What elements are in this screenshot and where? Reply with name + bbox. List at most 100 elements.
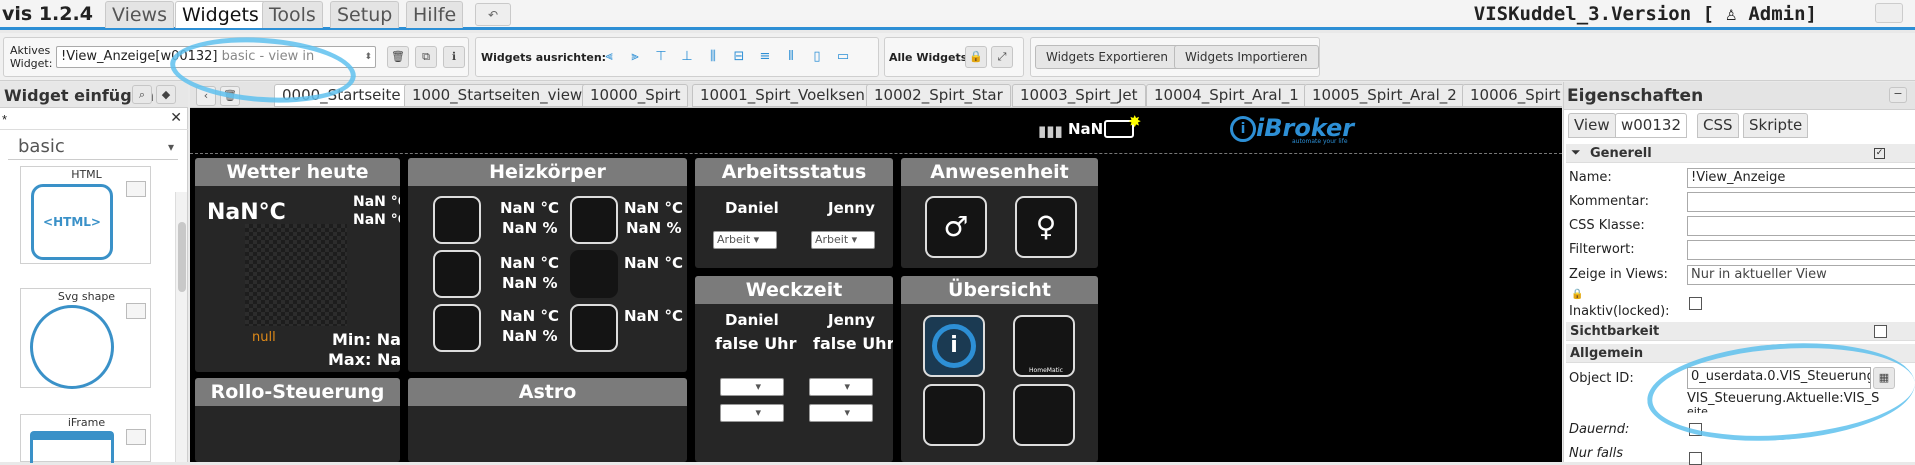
import-widgets-button[interactable]: Widgets Importieren (1174, 45, 1319, 69)
align-center-h-icon[interactable]: ⫼ (704, 48, 722, 66)
person-male-icon[interactable]: ♂ (925, 196, 987, 258)
widget-card-label: Svg shape (57, 290, 116, 303)
weather-title: Wetter heute (195, 158, 400, 186)
widget-card-iframe[interactable]: iFrame (20, 414, 151, 463)
distribute-h-icon[interactable]: ≡ (756, 48, 774, 66)
cooking-pot-icon[interactable] (433, 304, 481, 352)
align-group: Widgets ausrichten: ⫷ ⫸ ⊤ ⊥ ⫼ ⊟ ≡ ⫴ ▯ ▭ (475, 37, 879, 77)
view-tab-spirt[interactable]: 10000_Spirt (582, 84, 689, 107)
weather-max: Max: NaN (328, 350, 400, 369)
weather-panel[interactable]: Wetter heute NaN°C NaN °C NaN °C null Mi… (195, 158, 400, 372)
section-visibility[interactable]: Sichtbarkeit (1566, 322, 1915, 341)
align-top-icon[interactable]: ⊤ (652, 48, 670, 66)
presence-panel[interactable]: Anwesenheit ♂ ♀ (901, 158, 1098, 268)
alarm-minute-select-1[interactable]: ▾ (720, 404, 784, 422)
collapse-icon[interactable]: − (1889, 87, 1907, 103)
palette-scrollbar[interactable] (175, 192, 187, 462)
info-icon[interactable]: ℹ (443, 46, 465, 68)
overview-icon-3[interactable] (923, 384, 985, 446)
filter-word-input[interactable] (1687, 240, 1915, 260)
locked-checkbox[interactable] (1689, 297, 1702, 310)
prop-tab-widget[interactable]: w00132 (1615, 113, 1687, 138)
view-canvas[interactable]: ▮▮▮ NaN ✸ i iBroker automate your life W… (190, 108, 1562, 462)
distribute-v-icon[interactable]: ⫴ (782, 48, 800, 66)
person-female-icon[interactable]: ♀ (1015, 196, 1077, 258)
widget-set-select[interactable]: basic ▾ (8, 134, 178, 160)
same-height-icon[interactable]: ▭ (834, 48, 852, 66)
iobroker-overview-icon[interactable]: i (923, 315, 985, 377)
nur-falls-checkbox[interactable] (1689, 452, 1702, 465)
widget-card-html[interactable]: HTML <HTML> (20, 166, 151, 264)
css-class-input[interactable] (1687, 216, 1915, 236)
weather-min: Min: NaN (332, 330, 400, 349)
name-input[interactable]: !View_Anzeige (1687, 168, 1915, 188)
shelf-icon[interactable] (570, 196, 618, 244)
comment-input[interactable] (1687, 192, 1915, 212)
menu-tab-hilfe[interactable]: Hilfe (406, 1, 464, 28)
project-title: VISKuddel_3.Version [ ♙ Admin] (1474, 2, 1817, 27)
object-id-label: Object ID: (1569, 371, 1634, 386)
view-tab-spirt-jet[interactable]: 10003_Spirt_Jet (1012, 84, 1146, 107)
search-icon[interactable]: ⌕ (132, 85, 152, 104)
menu-tab-views[interactable]: Views (105, 1, 174, 28)
align-center-v-icon[interactable]: ⊟ (730, 48, 748, 66)
align-bottom-icon[interactable]: ⊥ (678, 48, 696, 66)
minimize-button[interactable] (1875, 3, 1903, 23)
heating-right-temp-2: NaN °C (624, 254, 683, 272)
astro-title: Astro (408, 378, 687, 406)
alarm-hour-select-1[interactable]: ▾ (720, 378, 784, 396)
expand-icon[interactable]: ⤢ (991, 46, 1013, 68)
align-left-icon[interactable]: ⫷ (600, 48, 618, 66)
section-general[interactable]: Generell (1566, 144, 1915, 163)
alarm-panel[interactable]: Weckzeit Daniel Jenny false Uhr false Uh… (695, 276, 893, 462)
scrollbar-thumb[interactable] (178, 222, 186, 292)
export-widgets-button[interactable]: Widgets Exportieren (1035, 45, 1179, 69)
view-tab-spirt-aral-1[interactable]: 10004_Spirt_Aral_1 (1146, 84, 1307, 107)
alarm-time-1: false Uhr (715, 334, 797, 353)
menu-tab-tools[interactable]: Tools (262, 1, 323, 28)
desk-icon[interactable] (570, 250, 618, 298)
section-check-icon[interactable]: ✓ (1874, 148, 1885, 159)
view-tab-spirt-aral-2[interactable]: 10005_Spirt_Aral_2 (1304, 84, 1465, 107)
clear-filter-icon[interactable]: ✕ (170, 110, 182, 126)
trash-icon[interactable]: 🗑 (387, 46, 409, 68)
workstatus-select-2-value: Arbeit (815, 233, 849, 246)
alarm-hour-select-2[interactable]: ▾ (809, 378, 873, 396)
homematic-icon[interactable]: HomeMatic (1013, 315, 1075, 377)
prop-tab-scripts[interactable]: Skripte (1743, 113, 1809, 138)
menu-tab-setup[interactable]: Setup (330, 1, 400, 28)
prop-tab-css[interactable]: CSS (1697, 113, 1739, 138)
visibility-checkbox[interactable] (1874, 325, 1887, 338)
bed-icon[interactable] (433, 250, 481, 298)
overview-panel[interactable]: Übersicht i HomeMatic (901, 276, 1098, 462)
same-width-icon[interactable]: ▯ (808, 48, 826, 66)
heating-panel[interactable]: Heizkörper NaN °C NaN % NaN °C NaN % NaN… (408, 158, 687, 372)
view-tab-spirt-voelksen[interactable]: 10001_Spirt_Voelksen (692, 84, 873, 107)
sofa-icon[interactable] (433, 196, 481, 244)
widget-card-svg-shape[interactable]: Svg shape (20, 288, 151, 389)
lock-icon[interactable]: 🔒 (965, 46, 987, 68)
widget-filter-input[interactable] (2, 110, 162, 128)
image-icon (126, 181, 146, 197)
astro-panel[interactable]: Astro (408, 378, 687, 462)
alarm-minute-select-2[interactable]: ▾ (809, 404, 873, 422)
gamepad-icon[interactable] (570, 304, 618, 352)
properties-title: Eigenschaften (1567, 86, 1704, 106)
workstatus-panel[interactable]: Arbeitsstatus Daniel Jenny Arbeit ▾ Arbe… (695, 158, 893, 268)
align-right-icon[interactable]: ⫸ (626, 48, 644, 66)
menu-tab-widgets[interactable]: Widgets (175, 1, 266, 28)
rollo-panel[interactable]: Rollo-Steuerung (195, 378, 400, 462)
view-tab-startseiten-view[interactable]: 1000_Startseiten_view (404, 84, 591, 107)
view-tab-spirt-star[interactable]: 10002_Spirt_Star (866, 84, 1011, 107)
overview-icon-4[interactable] (1013, 384, 1075, 446)
workstatus-select-2[interactable]: Arbeit ▾ (811, 231, 875, 249)
copy-icon[interactable]: ⧉ (415, 46, 437, 68)
prop-tab-view[interactable]: View (1568, 113, 1616, 138)
view-tab-spirt-next[interactable]: 10006_Spirt (1462, 84, 1562, 107)
undo-button[interactable]: ↶ (475, 3, 511, 26)
show-in-views-label: Zeige in Views: (1569, 267, 1668, 282)
tag-icon[interactable]: ◆ (156, 85, 176, 104)
workstatus-select-1[interactable]: Arbeit ▾ (713, 231, 777, 249)
dauernd-label: Dauernd: (1569, 422, 1630, 437)
show-in-views-select[interactable]: Nur in aktueller View (1687, 265, 1915, 285)
